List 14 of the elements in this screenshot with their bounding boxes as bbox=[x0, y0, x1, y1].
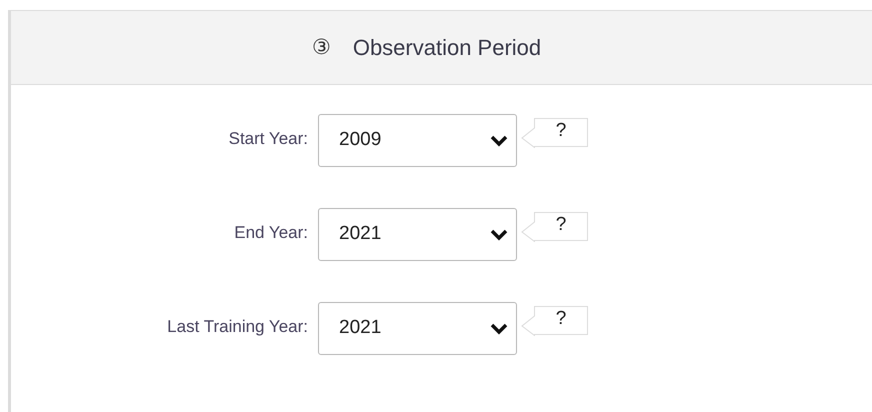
field-label: End Year: bbox=[233, 222, 309, 244]
help-button[interactable]: ? bbox=[521, 118, 588, 148]
chevron-down-icon bbox=[490, 228, 508, 240]
chevron-down-icon bbox=[490, 134, 508, 146]
year-select[interactable]: 2009 bbox=[318, 114, 517, 167]
field-label: Last Training Year: bbox=[166, 316, 309, 338]
section-title: Observation Period bbox=[352, 34, 542, 62]
year-select[interactable]: 2021 bbox=[318, 302, 517, 355]
help-button[interactable]: ? bbox=[521, 212, 588, 242]
step-number: ③ bbox=[312, 34, 331, 61]
help-button[interactable]: ? bbox=[521, 306, 588, 336]
field-label: Start Year: bbox=[228, 128, 309, 150]
chevron-down-icon bbox=[490, 322, 508, 334]
year-select[interactable]: 2021 bbox=[318, 208, 517, 261]
